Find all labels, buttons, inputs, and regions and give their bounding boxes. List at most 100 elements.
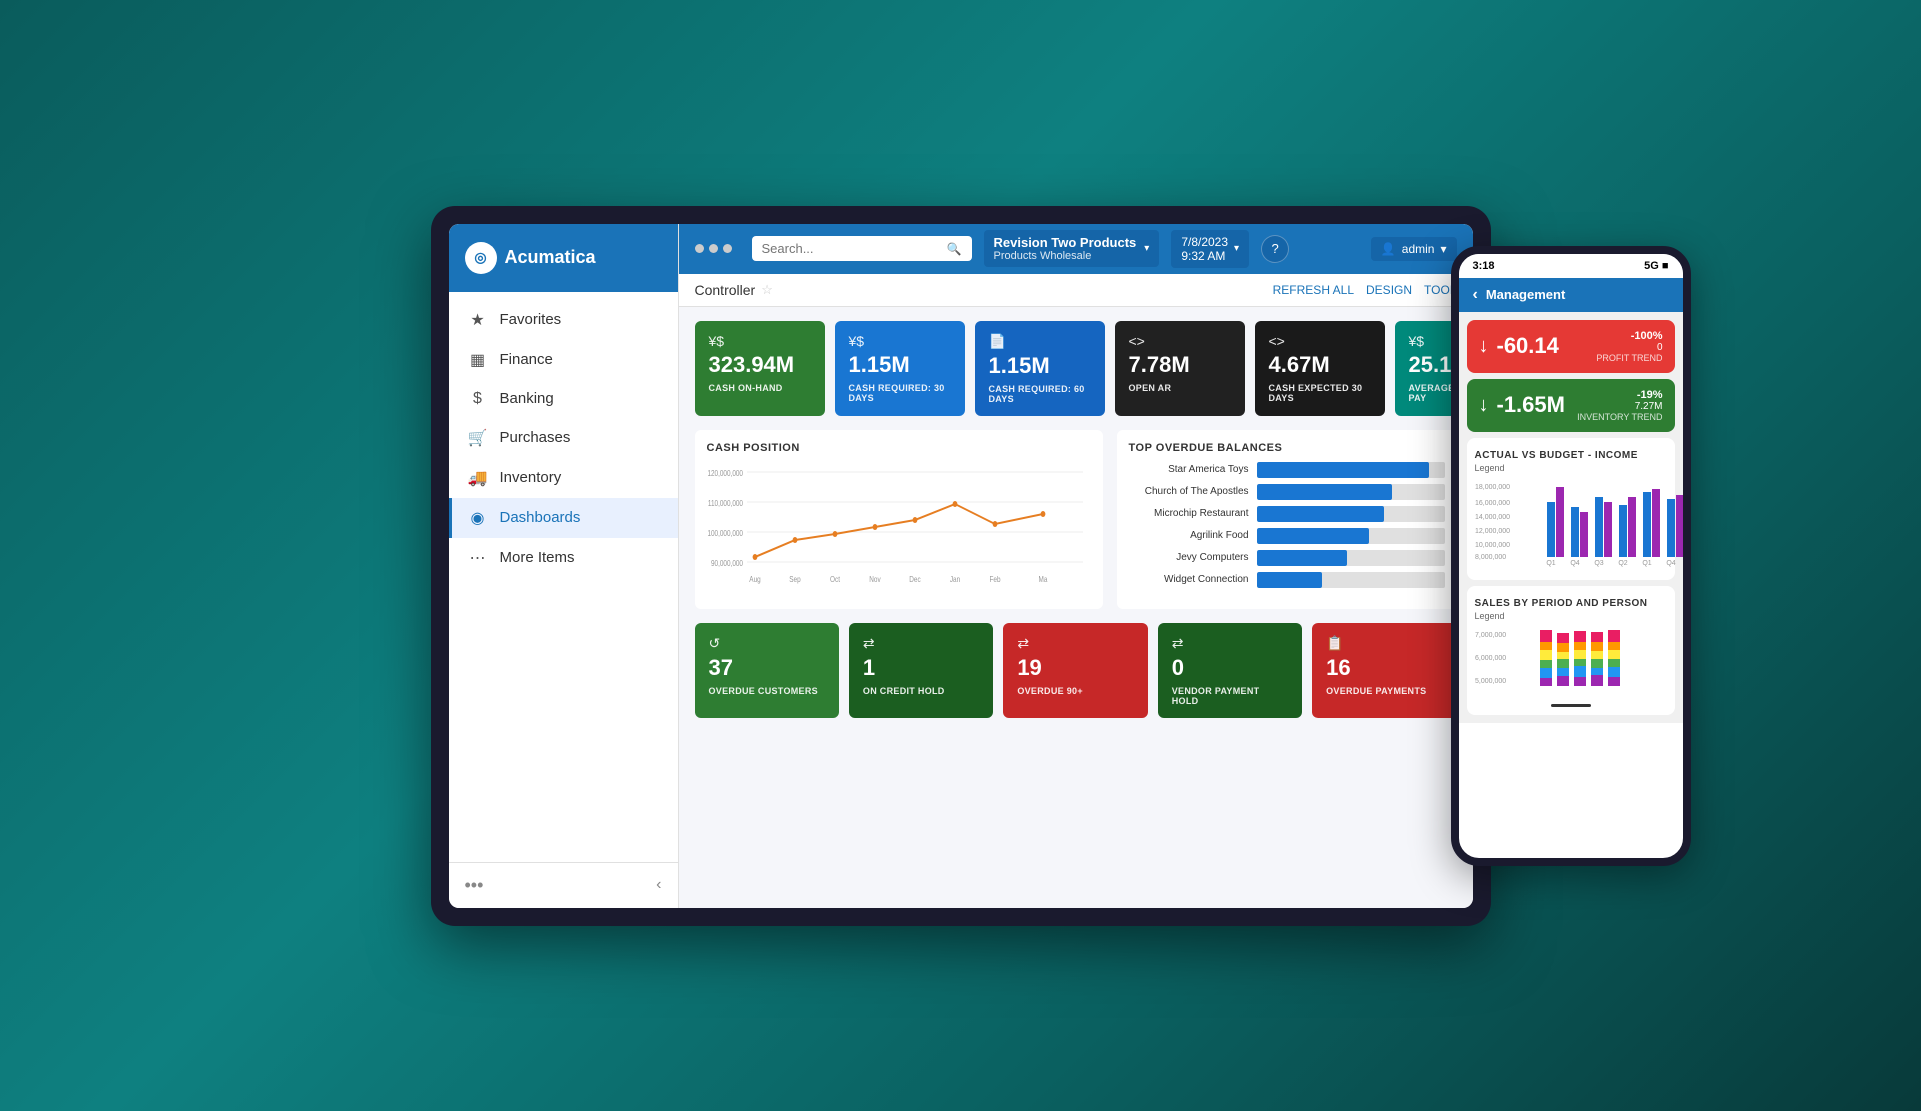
metric-cash-expected[interactable]: <> 4.67M CASH EXPECTED 30 DAYS <box>1255 321 1385 416</box>
mobile-home-indicator <box>1551 704 1591 707</box>
design-button[interactable]: DESIGN <box>1366 283 1412 297</box>
svg-text:14,000,000: 14,000,000 <box>1475 514 1510 521</box>
profit-label: PROFIT TREND <box>1596 353 1662 363</box>
window-controls <box>695 244 732 253</box>
logo-icon: ◎ <box>465 242 497 274</box>
vendor-hold-value: 0 <box>1172 656 1288 680</box>
help-button[interactable]: ? <box>1261 235 1289 263</box>
dollar-icon: $ <box>468 390 488 408</box>
truck-icon: 🚚 <box>468 468 488 488</box>
sidebar-item-more[interactable]: ⋯ More Items <box>449 538 678 578</box>
sidebar-item-favorites[interactable]: ★ Favorites <box>449 300 678 340</box>
metric-cash-on-hand[interactable]: ¥$ 323.94M CASH ON-HAND <box>695 321 825 416</box>
bar-track-5 <box>1257 572 1445 588</box>
svg-text:10,000,000: 10,000,000 <box>1475 542 1510 549</box>
cash-position-panel: CASH POSITION 120,000,000 110,000,000 10… <box>695 430 1103 609</box>
svg-text:8,000,000: 8,000,000 <box>1475 554 1506 561</box>
mobile-metric-inventory-left: ↓ -1.65M <box>1479 392 1565 418</box>
svg-text:90,000,000: 90,000,000 <box>711 558 743 568</box>
sidebar-item-banking[interactable]: $ Banking <box>449 380 678 418</box>
mobile-nav-bar: ‹ Management <box>1459 278 1683 312</box>
cash-icon: ¥$ <box>709 333 811 349</box>
overdue-panel: TOP OVERDUE BALANCES Star America Toys C… <box>1117 430 1457 609</box>
cash-60-label: CASH REQUIRED: 60 DAYS <box>989 384 1091 404</box>
dot-green <box>723 244 732 253</box>
mobile-signal: 5G ■ <box>1644 260 1668 272</box>
sidebar-label-banking: Banking <box>500 390 554 407</box>
svg-text:18,000,000: 18,000,000 <box>1475 484 1510 491</box>
mobile-avb-title: ACTUAL VS BUDGET - INCOME <box>1475 450 1667 461</box>
svg-text:100,000,000: 100,000,000 <box>707 528 743 538</box>
overdue90-value: 19 <box>1017 656 1133 680</box>
collapse-button[interactable]: ‹ <box>656 876 661 894</box>
metric-cash-60[interactable]: 📄 1.15M CASH REQUIRED: 60 DAYS <box>975 321 1105 416</box>
tile-vendor-hold[interactable]: ⇄ 0 VENDOR PAYMENT HOLD <box>1158 623 1302 718</box>
tile-overdue-customers[interactable]: ↺ 37 OVERDUE CUSTOMERS <box>695 623 839 718</box>
sidebar-item-inventory[interactable]: 🚚 Inventory <box>449 458 678 498</box>
sidebar-item-dashboards[interactable]: ◉ Dashboards <box>449 498 678 538</box>
svg-text:Oct: Oct <box>830 574 840 584</box>
svg-text:120,000,000: 120,000,000 <box>707 468 743 478</box>
tenant-name: Revision Two Products <box>994 235 1137 250</box>
favorite-star-icon[interactable]: ☆ <box>761 282 773 298</box>
star-icon: ★ <box>468 310 488 330</box>
grid-icon: ▦ <box>468 350 488 370</box>
breadcrumb: Controller ☆ <box>695 282 773 298</box>
search-box[interactable]: 🔍 <box>752 236 972 261</box>
user-button[interactable]: 👤 admin ▾ <box>1371 237 1457 261</box>
sidebar-item-purchases[interactable]: 🛒 Purchases <box>449 418 678 458</box>
profit-pct: -100% <box>1596 330 1662 342</box>
charts-section: CASH POSITION 120,000,000 110,000,000 10… <box>695 430 1457 609</box>
tile-overdue-payments[interactable]: 📋 16 OVERDUE PAYMENTS <box>1312 623 1456 718</box>
bar-row-5: Widget Connection <box>1129 572 1445 588</box>
refresh-all-button[interactable]: REFRESH ALL <box>1273 283 1354 297</box>
mobile-metric-profit-left: ↓ -60.14 <box>1479 333 1559 359</box>
svg-text:5,000,000: 5,000,000 <box>1475 678 1506 685</box>
main-content: 🔍 Revision Two Products Products Wholesa… <box>679 224 1473 908</box>
vendor-hold-label: VENDOR PAYMENT HOLD <box>1172 686 1288 706</box>
bar-row-2: Microchip Restaurant <box>1129 506 1445 522</box>
page-title: Controller <box>695 282 756 298</box>
mobile-back-button[interactable]: ‹ <box>1473 286 1478 304</box>
dot-yellow <box>709 244 718 253</box>
laptop-frame: ◎ Acumatica ★ Favorites ▦ Finance $ Bank… <box>431 206 1491 926</box>
date-selector[interactable]: 7/8/2023 9:32 AM ▾ <box>1171 230 1249 268</box>
inventory-sub: 7.27M <box>1577 401 1662 412</box>
inventory-label: INVENTORY TREND <box>1577 412 1662 422</box>
open-ar-icon: <> <box>1129 333 1231 349</box>
tile-overdue-90[interactable]: ⇄ 19 OVERDUE 90+ <box>1003 623 1147 718</box>
credit-hold-value: 1 <box>863 656 979 680</box>
sidebar-logo: ◎ Acumatica <box>449 224 678 292</box>
mobile-metric-inventory[interactable]: ↓ -1.65M -19% 7.27M INVENTORY TREND <box>1467 379 1675 432</box>
search-icon: 🔍 <box>947 242 962 256</box>
tenant-chevron-icon: ▾ <box>1144 243 1149 254</box>
tenant-selector[interactable]: Revision Two Products Products Wholesale… <box>984 230 1160 267</box>
sidebar-label-dashboards: Dashboards <box>500 509 581 526</box>
date-value: 7/8/2023 <box>1181 235 1228 249</box>
vendor-hold-icon: ⇄ <box>1172 635 1288 652</box>
search-input[interactable] <box>762 241 941 256</box>
overdue-customers-icon: ↺ <box>709 635 825 652</box>
cash-expected-label: CASH EXPECTED 30 DAYS <box>1269 383 1371 403</box>
overdue-payments-value: 16 <box>1326 656 1442 680</box>
mobile-sales-chart: 7,000,000 6,000,000 5,000,000 <box>1475 625 1683 695</box>
metric-cash-30[interactable]: ¥$ 1.15M CASH REQUIRED: 30 DAYS <box>835 321 965 416</box>
open-ar-label: OPEN AR <box>1129 383 1231 393</box>
footer-dots-icon[interactable]: ••• <box>465 875 484 896</box>
credit-hold-icon: ⇄ <box>863 635 979 652</box>
tile-credit-hold[interactable]: ⇄ 1 ON CREDIT HOLD <box>849 623 993 718</box>
cash-30-label: CASH REQUIRED: 30 DAYS <box>849 383 951 403</box>
svg-text:Q4: Q4 <box>1666 560 1675 567</box>
svg-text:110,000,000: 110,000,000 <box>707 498 742 508</box>
svg-text:Q4: Q4 <box>1570 560 1579 567</box>
profit-arrow-icon: ↓ <box>1479 335 1489 358</box>
bar-fill-4 <box>1257 550 1347 566</box>
mobile-metric-profit[interactable]: ↓ -60.14 -100% 0 PROFIT TREND <box>1467 320 1675 373</box>
sidebar-item-finance[interactable]: ▦ Finance <box>449 340 678 380</box>
sidebar-label-finance: Finance <box>500 351 553 368</box>
svg-text:Feb: Feb <box>989 574 1000 584</box>
bar-label-3: Agrilink Food <box>1129 530 1249 541</box>
bar-fill-3 <box>1257 528 1370 544</box>
cash-on-hand-label: CASH ON-HAND <box>709 383 811 393</box>
metric-open-ar[interactable]: <> 7.78M OPEN AR <box>1115 321 1245 416</box>
